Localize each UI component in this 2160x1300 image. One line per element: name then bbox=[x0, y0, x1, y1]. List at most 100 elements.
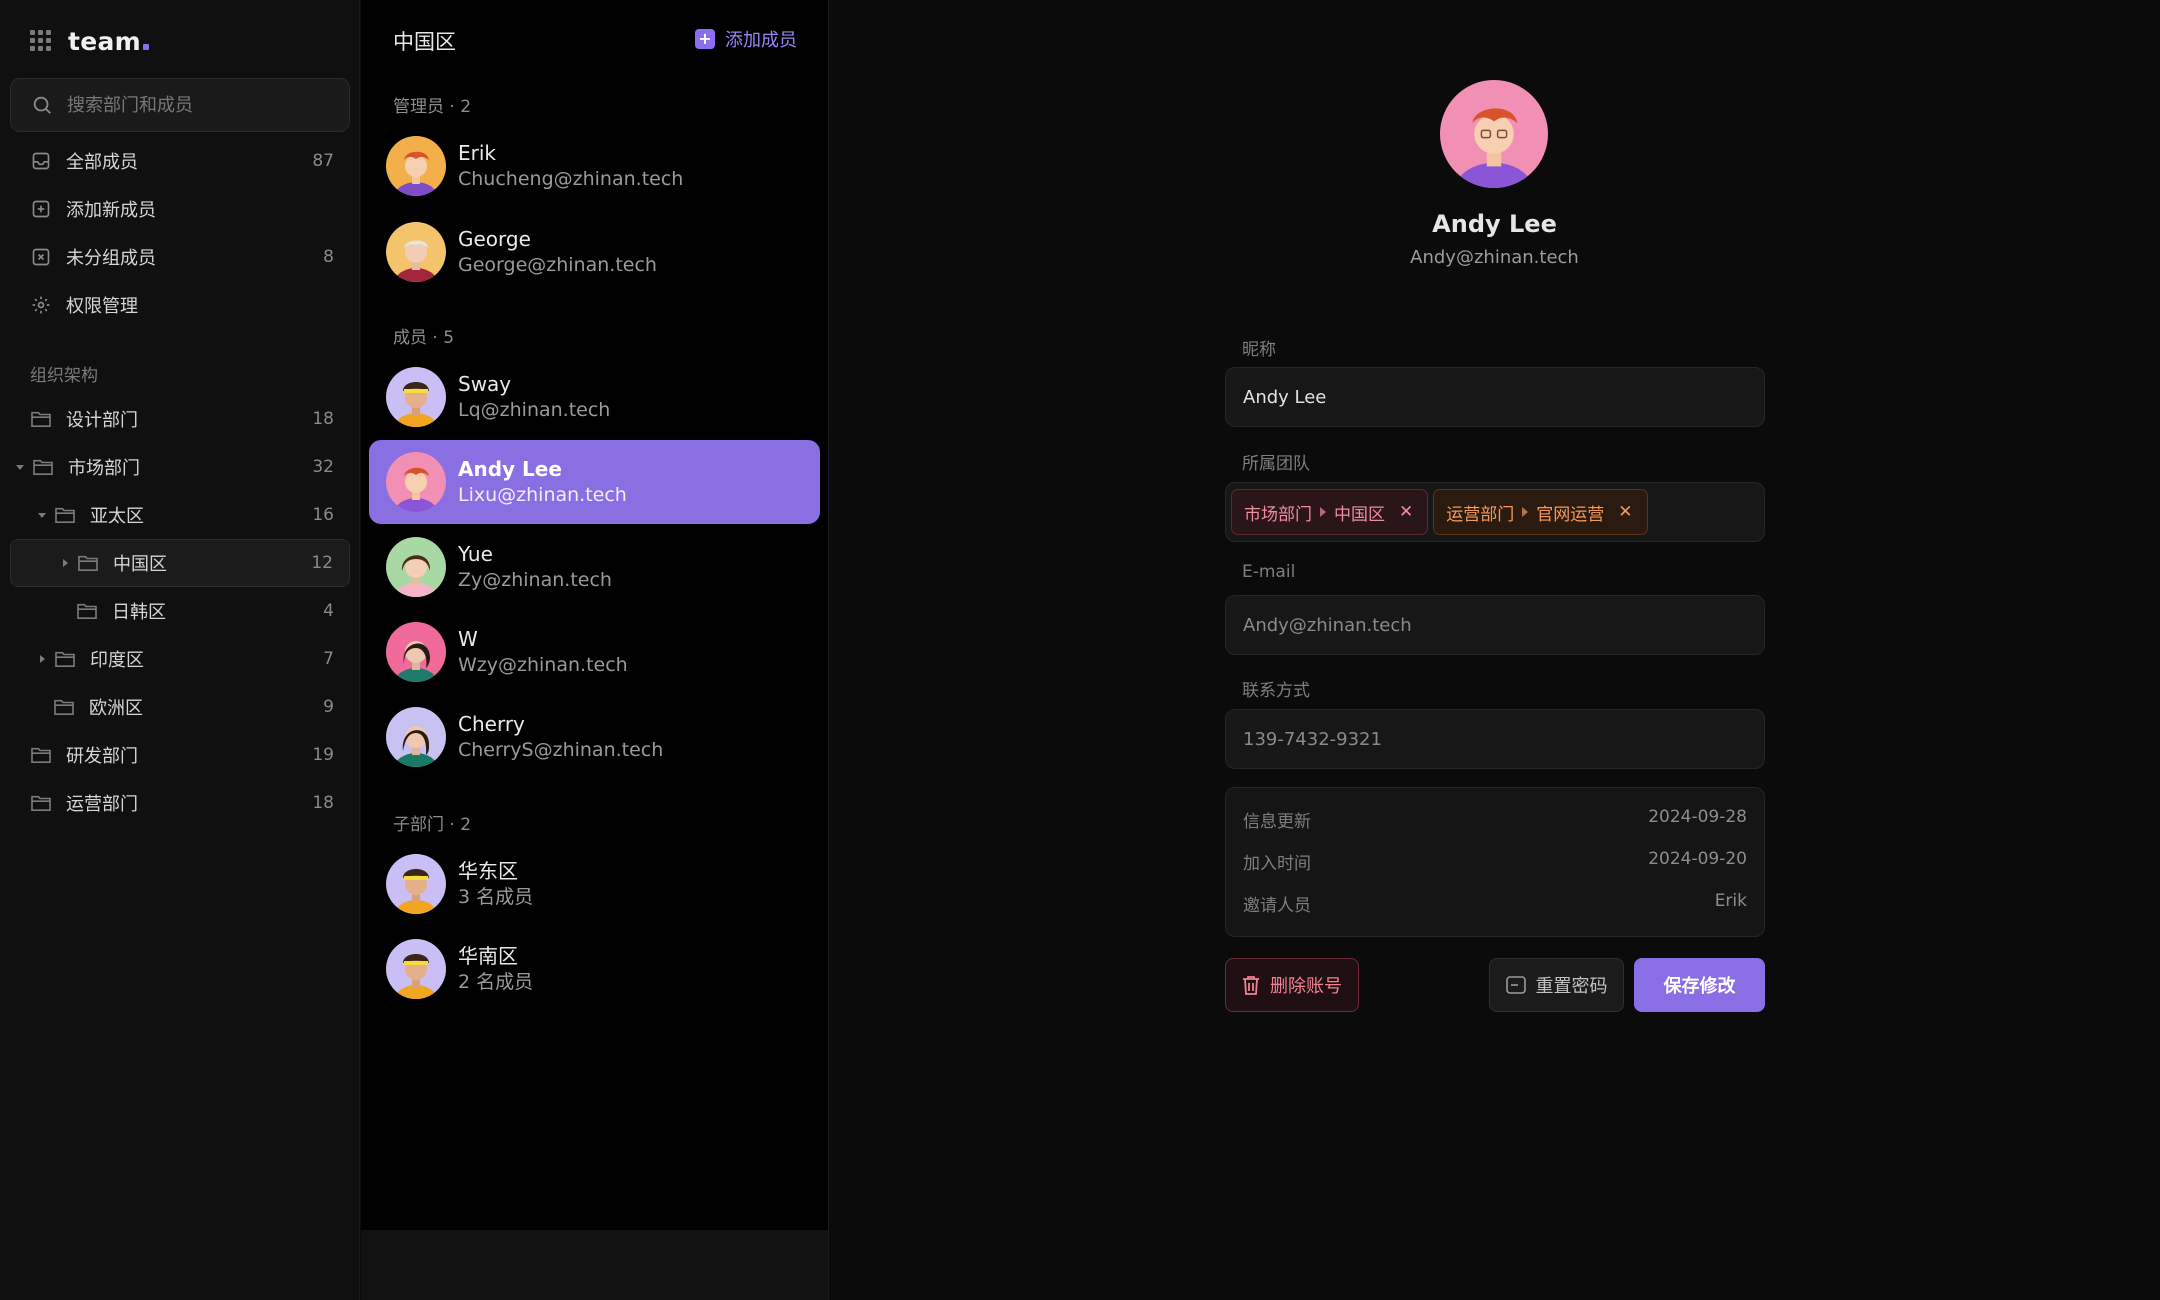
team-tags-field[interactable]: 市场部门 中国区 ✕ 运营部门 官网运营 ✕ bbox=[1225, 482, 1765, 542]
member-email: Lq@zhinan.tech bbox=[458, 399, 611, 421]
tag-sub: 中国区 bbox=[1334, 504, 1385, 525]
folder-icon bbox=[53, 696, 75, 718]
folder-icon bbox=[30, 792, 52, 814]
delete-label: 删除账号 bbox=[1270, 976, 1342, 997]
avatar bbox=[386, 222, 446, 282]
member-name: Cherry bbox=[458, 712, 525, 736]
save-changes-button[interactable]: 保存修改 bbox=[1634, 958, 1765, 1012]
nav-count: 8 bbox=[323, 247, 334, 267]
avatar bbox=[386, 367, 446, 427]
member-row[interactable]: Erik Chucheng@zhinan.tech bbox=[369, 124, 820, 208]
tree-label: 研发部门 bbox=[66, 746, 138, 767]
remove-tag-icon[interactable]: ✕ bbox=[1399, 502, 1413, 522]
tree-item-apac[interactable]: 亚太区 16 bbox=[10, 491, 350, 539]
tree-item-india[interactable]: 印度区 7 bbox=[10, 635, 350, 683]
tree-count: 16 bbox=[312, 505, 334, 525]
tree-item-europe[interactable]: 欧洲区 9 bbox=[10, 683, 350, 731]
member-row[interactable]: Cherry CherryS@zhinan.tech bbox=[369, 695, 820, 779]
folder-icon bbox=[30, 744, 52, 766]
team-label: 所属团队 bbox=[1242, 454, 1310, 474]
list-pane-footer bbox=[361, 1230, 828, 1300]
save-label: 保存修改 bbox=[1663, 976, 1736, 997]
tree-item-marketing[interactable]: 市场部门 32 bbox=[10, 443, 350, 491]
search-box[interactable] bbox=[10, 78, 350, 132]
plus-square-icon bbox=[30, 198, 52, 220]
nav-add-member[interactable]: 添加新成员 bbox=[10, 185, 350, 233]
tree-item-china[interactable]: 中国区 12 bbox=[10, 539, 350, 587]
x-square-icon bbox=[30, 246, 52, 268]
tree-item-operations[interactable]: 运营部门 18 bbox=[10, 779, 350, 827]
nav-label: 添加新成员 bbox=[66, 200, 156, 221]
nav-all-members[interactable]: 全部成员 87 bbox=[10, 137, 350, 185]
apps-grid-icon[interactable] bbox=[30, 30, 52, 52]
phone-label: 联系方式 bbox=[1242, 681, 1310, 701]
nickname-field[interactable] bbox=[1225, 367, 1765, 427]
member-row-selected[interactable]: Andy Lee Lixu@zhinan.tech bbox=[369, 440, 820, 524]
member-name: W bbox=[458, 627, 478, 651]
subdept-row[interactable]: 华东区 3 名成员 bbox=[369, 842, 820, 926]
tree-label: 印度区 bbox=[90, 650, 144, 671]
nickname-label: 昵称 bbox=[1242, 340, 1276, 360]
member-email: George@zhinan.tech bbox=[458, 254, 657, 276]
team-tag: 运营部门 官网运营 ✕ bbox=[1433, 489, 1648, 535]
caret-down-icon[interactable] bbox=[36, 510, 48, 520]
email-field[interactable] bbox=[1225, 595, 1765, 655]
nav-label: 权限管理 bbox=[66, 296, 138, 317]
remove-tag-icon[interactable]: ✕ bbox=[1618, 502, 1632, 522]
info-row: 邀请人员 Erik bbox=[1243, 891, 1747, 916]
nav-ungrouped[interactable]: 未分组成员 8 bbox=[10, 233, 350, 281]
reset-label: 重置密码 bbox=[1535, 976, 1608, 997]
subdept-count: 3 名成员 bbox=[458, 886, 534, 908]
search-icon bbox=[33, 96, 51, 114]
info-key: 信息更新 bbox=[1243, 812, 1311, 832]
nav-permissions[interactable]: 权限管理 bbox=[10, 281, 350, 329]
nickname-input[interactable] bbox=[1243, 386, 1743, 408]
tag-dept: 运营部门 bbox=[1446, 504, 1515, 525]
phone-input[interactable] bbox=[1243, 728, 1743, 750]
member-email: CherryS@zhinan.tech bbox=[458, 739, 664, 761]
member-row[interactable]: Sway Lq@zhinan.tech bbox=[369, 355, 820, 439]
email-input[interactable] bbox=[1243, 614, 1743, 636]
tree-label: 欧洲区 bbox=[89, 698, 143, 719]
tree-item-japan-korea[interactable]: 日韩区 4 bbox=[10, 587, 350, 635]
nav-count: 87 bbox=[312, 151, 334, 171]
member-row[interactable]: George George@zhinan.tech bbox=[369, 210, 820, 294]
tag-dept: 市场部门 bbox=[1244, 504, 1312, 525]
group-label-subdepts: 子部门 · 2 bbox=[393, 815, 472, 835]
folder-icon bbox=[77, 552, 99, 574]
detail-avatar[interactable] bbox=[1440, 80, 1548, 188]
folder-icon bbox=[30, 408, 52, 430]
delete-account-button[interactable]: 删除账号 bbox=[1225, 958, 1359, 1012]
member-row[interactable]: W Wzy@zhinan.tech bbox=[369, 610, 820, 694]
email-label: E-mail bbox=[1242, 562, 1296, 582]
caret-right-icon[interactable] bbox=[36, 654, 48, 664]
subdept-count: 2 名成员 bbox=[458, 971, 534, 993]
avatar bbox=[386, 452, 446, 512]
info-row: 信息更新 2024-09-28 bbox=[1243, 807, 1747, 832]
plus-icon: + bbox=[695, 29, 715, 49]
caret-down-icon[interactable] bbox=[14, 462, 26, 472]
subdept-name: 华南区 bbox=[458, 944, 518, 968]
tree-item-design[interactable]: 设计部门 18 bbox=[10, 395, 350, 443]
org-section-label: 组织架构 bbox=[30, 366, 98, 386]
avatar bbox=[386, 939, 446, 999]
caret-right-icon[interactable] bbox=[59, 558, 71, 568]
list-title: 中国区 bbox=[393, 30, 456, 54]
avatar bbox=[386, 537, 446, 597]
subdept-row[interactable]: 华南区 2 名成员 bbox=[369, 927, 820, 1011]
search-input[interactable] bbox=[67, 94, 327, 116]
info-key: 加入时间 bbox=[1243, 854, 1311, 874]
gear-icon bbox=[30, 294, 52, 316]
add-member-label: 添加成员 bbox=[725, 30, 797, 51]
brand-dot-icon bbox=[143, 43, 150, 50]
sidebar: team 全部成员 87 添加新成员 未分组成员 8 权限管理 组织架构 设计部… bbox=[0, 0, 360, 1300]
tree-item-rnd[interactable]: 研发部门 19 bbox=[10, 731, 350, 779]
tree-count: 4 bbox=[323, 601, 334, 621]
reset-password-button[interactable]: 重置密码 bbox=[1489, 958, 1624, 1012]
breadcrumb-arrow-icon bbox=[1522, 507, 1529, 517]
member-email: Zy@zhinan.tech bbox=[458, 569, 612, 591]
add-member-button[interactable]: + 添加成员 bbox=[695, 26, 797, 52]
info-value: Erik bbox=[1714, 891, 1747, 911]
phone-field[interactable] bbox=[1225, 709, 1765, 769]
member-row[interactable]: Yue Zy@zhinan.tech bbox=[369, 525, 820, 609]
